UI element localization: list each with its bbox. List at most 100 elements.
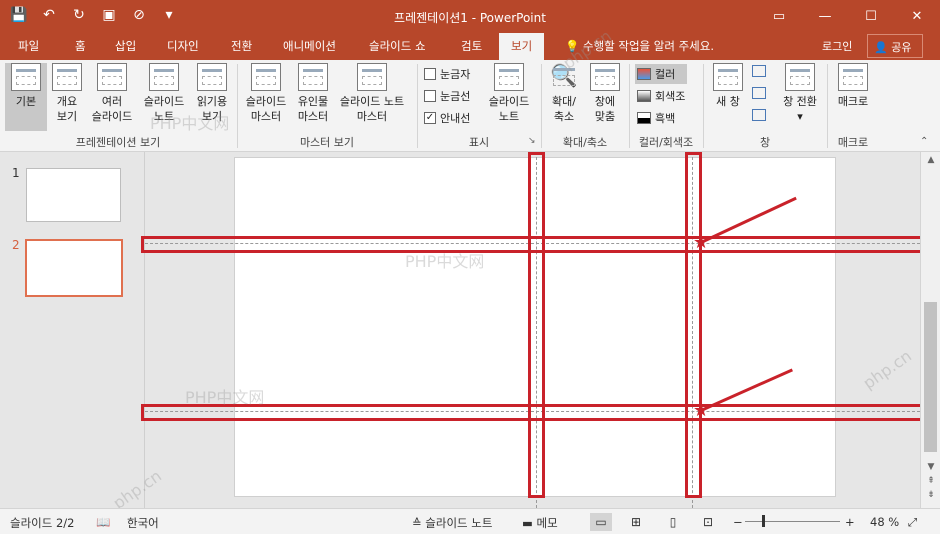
notes-page-button[interactable]: 슬라이드 노트 [139, 63, 189, 124]
vertical-scrollbar[interactable]: ▲ ▼ ⇞ ⇟ [920, 152, 940, 508]
notes-pane-button[interactable]: 슬라이드 노트 [484, 63, 534, 124]
fit-slide-icon[interactable]: ⤢ [908, 515, 917, 530]
collapse-ribbon-icon[interactable]: ⌃ [920, 136, 928, 147]
comment-icon: ▬ [522, 516, 533, 530]
status-bar: 슬라이드 2/2 📖 한국어 ≙ 슬라이드 노트 ▬ 메모 ▭ ⊞ ▯ ⊡ − … [0, 508, 940, 534]
notes-icon: ≙ [412, 516, 422, 530]
notes-master-button[interactable]: 슬라이드 노트 마스터 [334, 63, 410, 124]
black-white-swatch-icon [637, 112, 651, 124]
group-label-presentation-views: 프레젠테이션 보기 [75, 136, 161, 149]
zoom-button[interactable]: 🔍 확대/ 축소 [545, 63, 583, 124]
arrange-all-icon[interactable] [752, 65, 766, 77]
slide-thumbnail-1[interactable] [26, 168, 121, 222]
fit-to-window-icon [590, 63, 620, 91]
guide-highlight-box [528, 152, 545, 498]
tab-insert[interactable]: 삽입 [115, 38, 136, 54]
move-split-icon[interactable] [752, 109, 766, 121]
grayscale-swatch-icon [637, 90, 651, 102]
normal-view-button[interactable]: 기본 [5, 63, 47, 131]
zoom-level[interactable]: 48 % [870, 515, 899, 529]
dialog-launcher-icon[interactable]: ↘ [528, 136, 536, 146]
ribbon-tabs: 파일 홈 삽입 디자인 전환 애니메이션 슬라이드 쇼 검토 보기 💡 수행할 … [0, 33, 940, 60]
slide-sorter-status-icon[interactable]: ⊞ [625, 513, 647, 531]
tab-transitions[interactable]: 전환 [231, 38, 252, 54]
login-link[interactable]: 로그인 [822, 38, 852, 54]
thumbnail-number: 1 [12, 166, 20, 180]
notes-page-icon [149, 63, 179, 91]
group-label-macro: 매크로 [837, 136, 869, 149]
zoom-in-icon[interactable]: + [845, 515, 855, 529]
arrow-head-icon: ★ [693, 232, 710, 253]
handout-master-button[interactable]: 유인물 마스터 [294, 63, 332, 124]
slide-thumbnail-pane: 1 2 [0, 152, 145, 508]
gridlines-checkbox[interactable]: 눈금선 [424, 88, 470, 104]
ribbon-display-icon[interactable]: ▭ [756, 0, 802, 33]
group-label-window: 창 [759, 136, 771, 149]
slide-master-button[interactable]: 슬라이드 마스터 [240, 63, 292, 124]
tab-view[interactable]: 보기 [499, 33, 545, 60]
share-button[interactable]: 👤 공유 [867, 34, 923, 58]
slide-master-icon [251, 63, 281, 91]
language-indicator[interactable]: 한국어 [127, 515, 159, 531]
grayscale-option[interactable]: 회색조 [637, 88, 685, 104]
outline-view-button[interactable]: 개요 보기 [49, 63, 85, 124]
normal-view-status-icon[interactable]: ▭ [590, 513, 612, 531]
tab-animations[interactable]: 애니메이션 [283, 38, 336, 54]
new-window-button[interactable]: 새 창 [710, 63, 746, 109]
notes-toggle[interactable]: ≙ 슬라이드 노트 [412, 515, 492, 531]
group-label-master-views: 마스터 보기 [299, 136, 355, 149]
window-controls: ▭ — ☐ ✕ [756, 0, 940, 33]
ruler-checkbox[interactable]: 눈금자 [424, 66, 470, 82]
ribbon-view: 기본 개요 보기 여러 슬라이드 슬라이드 노트 읽기용 보기 프레젠테이션 보… [0, 60, 940, 152]
fit-to-window-button[interactable]: 창에 맞춤 [587, 63, 623, 124]
group-label-show: 표시 [468, 136, 490, 149]
tab-slideshow[interactable]: 슬라이드 쇼 [369, 38, 426, 54]
zoom-slider[interactable] [745, 521, 840, 522]
zoom-out-icon[interactable]: − [733, 515, 743, 529]
macros-button[interactable]: 매크로 [833, 63, 873, 109]
zoom-slider-handle[interactable] [762, 515, 765, 527]
outline-view-icon [52, 63, 82, 91]
group-label-zoom: 확대/축소 [562, 136, 608, 149]
tab-design[interactable]: 디자인 [167, 38, 199, 54]
checkbox-unchecked-icon [424, 68, 436, 80]
group-label-color: 컬러/회색조 [638, 136, 694, 149]
next-slide-icon[interactable]: ⇟ [921, 490, 940, 500]
lightbulb-icon: 💡 [565, 39, 580, 53]
slide-counter: 슬라이드 2/2 [10, 516, 75, 530]
color-swatch-icon [637, 68, 651, 80]
tell-me-search[interactable]: 💡 수행할 작업을 알려 주세요. [565, 38, 714, 54]
comments-toggle[interactable]: ▬ 메모 [522, 515, 558, 531]
tell-me-text: 수행할 작업을 알려 주세요. [582, 39, 714, 53]
slide-editing-area: ★ ★ PHP中文网 PHP中文网 [141, 152, 925, 508]
close-icon[interactable]: ✕ [894, 0, 940, 33]
cascade-icon[interactable] [752, 87, 766, 99]
reading-view-status-icon[interactable]: ▯ [662, 513, 684, 531]
scroll-thumb[interactable] [924, 302, 937, 452]
slideshow-status-icon[interactable]: ⊡ [697, 513, 719, 531]
slide-sorter-button[interactable]: 여러 슬라이드 [88, 63, 136, 124]
minimize-icon[interactable]: — [802, 0, 848, 33]
scroll-up-icon[interactable]: ▲ [921, 155, 940, 165]
reading-view-icon [197, 63, 227, 91]
notes-master-icon [357, 63, 387, 91]
spellcheck-icon[interactable]: 📖 [96, 515, 110, 529]
switch-windows-icon [785, 63, 815, 91]
guides-checkbox[interactable]: ✓ 안내선 [424, 110, 470, 126]
scroll-down-icon[interactable]: ▼ [921, 462, 940, 472]
tab-file[interactable]: 파일 [18, 38, 39, 54]
previous-slide-icon[interactable]: ⇞ [921, 476, 940, 486]
checkbox-unchecked-icon [424, 90, 436, 102]
reading-view-button[interactable]: 읽기용 보기 [192, 63, 232, 124]
black-white-option[interactable]: 흑백 [637, 110, 675, 126]
maximize-icon[interactable]: ☐ [848, 0, 894, 33]
color-option[interactable]: 컬러 [635, 64, 688, 84]
switch-windows-button[interactable]: 창 전환 ▾ [778, 63, 822, 124]
title-bar: 💾 ↶ ↻ ▣ ⊘ ▾ 프레젠테이션1 - PowerPoint ▭ — ☐ ✕ [0, 0, 940, 33]
tab-home[interactable]: 홈 [75, 38, 86, 54]
tab-review[interactable]: 검토 [461, 38, 482, 54]
handout-master-icon [298, 63, 328, 91]
slide-thumbnail-2[interactable] [25, 239, 123, 297]
guide-highlight-box [685, 152, 702, 498]
share-label: 공유 [891, 41, 912, 54]
